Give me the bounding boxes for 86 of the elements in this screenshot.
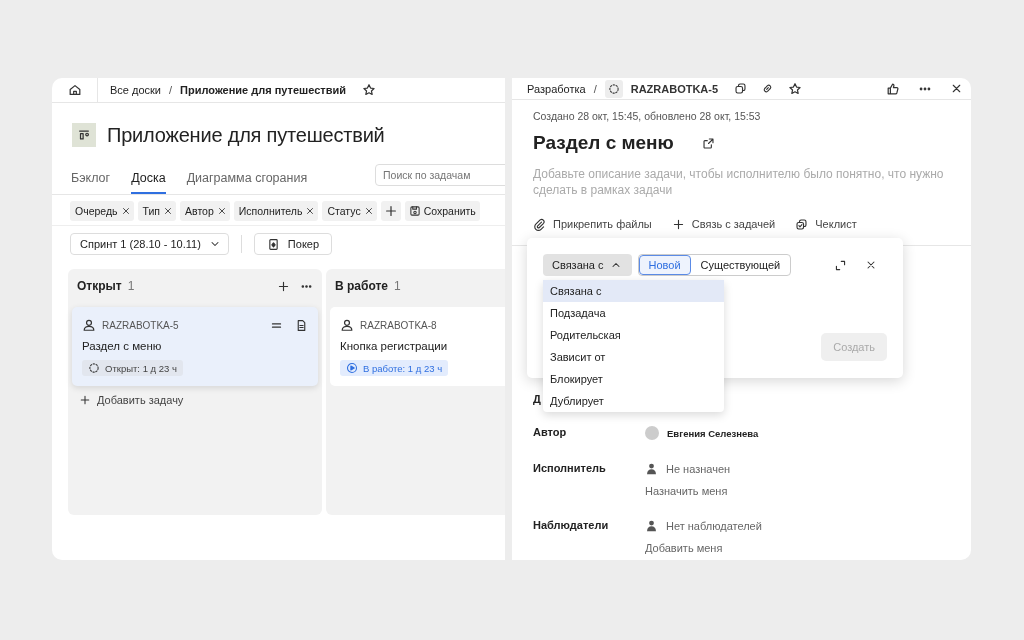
tab[interactable]: Доска (131, 171, 166, 194)
person-icon (645, 462, 658, 475)
menu-item[interactable]: Блокирует (543, 368, 724, 390)
filter-chip[interactable]: Автор (180, 201, 230, 221)
copy-icon[interactable] (734, 82, 748, 95)
relation-select[interactable]: Связана с (543, 254, 632, 276)
assign-link[interactable]: Добавить меня (645, 542, 971, 554)
filter-chip[interactable]: Статус (322, 201, 377, 221)
thumbs-up-icon[interactable] (886, 81, 900, 96)
field-label: Наблюдатели (533, 519, 609, 531)
action-button[interactable]: Прикрепить файлы (533, 217, 652, 231)
task-card[interactable]: RAZRABOTKA-5 Раздел с меню Открыт: 1 д 23 ч (72, 307, 318, 386)
plus-icon (383, 204, 398, 218)
column-title: Открыт (77, 279, 122, 293)
task-card[interactable]: RAZRABOTKA-8 Кнопка регистрации В работе: 1 д 23 ч (330, 307, 505, 386)
save-icon (408, 205, 421, 217)
poker-button[interactable]: Покер (253, 233, 333, 255)
menu-item[interactable]: Зависит от (543, 346, 724, 368)
star-icon[interactable] (788, 81, 803, 96)
status-text: Открыт: 1 д 23 ч (105, 362, 177, 374)
person-icon (645, 519, 658, 532)
column-count: 1 (394, 279, 401, 293)
close-icon (163, 206, 174, 216)
user-name: Евгения Селезнева (667, 427, 759, 439)
checklist-icon (795, 217, 809, 231)
field-label: Д (533, 393, 541, 405)
add-task-button[interactable]: Добавить задачу (72, 386, 191, 414)
close-icon (363, 206, 374, 216)
user-icon (82, 318, 96, 332)
task-key: RAZRABOTKA-8 (360, 319, 437, 331)
menu-item[interactable]: Дублирует (543, 390, 724, 412)
dashed-circle-icon (88, 362, 100, 374)
column-title: В работе (335, 279, 388, 293)
menu-item[interactable]: Родительская (543, 324, 724, 346)
sprint-select[interactable]: Спринт 1 (28.10 - 10.11) (70, 233, 229, 255)
star-icon[interactable] (362, 83, 376, 97)
card-icon (266, 237, 280, 251)
document-icon[interactable] (295, 318, 308, 332)
paperclip-icon (533, 217, 546, 231)
issue-key: RAZRABOTKA-5 (630, 82, 719, 95)
plus-icon (79, 394, 91, 406)
plus-icon (671, 217, 685, 231)
tab[interactable]: Диаграмма сгорания (186, 171, 308, 194)
close-icon (305, 206, 316, 216)
add-filter-button[interactable] (380, 201, 401, 221)
column-count: 1 (127, 279, 135, 293)
close-icon (216, 206, 227, 216)
action-button[interactable]: Связь с задачей (671, 217, 776, 231)
task-title: Кнопка регистрации (340, 340, 449, 352)
mode-toggle[interactable]: Новой (638, 255, 691, 275)
close-icon[interactable] (950, 82, 963, 95)
breadcrumb-separator: / (593, 82, 597, 95)
breadcrumb-link[interactable]: Все доски (110, 84, 161, 96)
tab[interactable]: Бэклог (71, 171, 111, 194)
expand-icon[interactable] (834, 258, 847, 272)
menu-item[interactable]: Подзадача (543, 302, 724, 324)
home-icon[interactable] (67, 83, 82, 97)
plus-icon[interactable] (277, 279, 290, 293)
field-label: Автор (533, 426, 567, 438)
field-value: Нет наблюдателей (666, 519, 762, 532)
filter-chip[interactable]: Очередь (70, 201, 134, 221)
breadcrumb-link[interactable]: Разработка (527, 82, 586, 95)
user-icon (340, 318, 354, 332)
mode-toggle[interactable]: Существующей (690, 255, 791, 275)
external-link-icon[interactable] (701, 136, 715, 150)
filter-chip[interactable]: Исполнитель (233, 201, 319, 221)
breadcrumb-link[interactable]: Приложение для путешествий (180, 84, 346, 96)
avatar (645, 426, 659, 440)
breadcrumb-separator: / (169, 84, 173, 96)
field-label: Исполнитель (533, 462, 606, 474)
field-value: Не назначен (666, 462, 731, 475)
task-title: Раздел с меню (82, 340, 163, 352)
issue-meta: Создано 28 окт, 15:45, обновлено 28 окт, 15:53 (533, 110, 762, 122)
search-field[interactable]: Поиск по задачам (375, 164, 505, 186)
play-circle-icon (346, 362, 358, 374)
assign-link[interactable]: Назначить меня (645, 485, 971, 497)
menu-item[interactable]: Связана с (543, 280, 724, 302)
task-key: RAZRABOTKA-5 (102, 319, 179, 331)
filter-chip[interactable]: Тип (137, 201, 177, 221)
issue-title: Раздел с меню (533, 132, 674, 154)
action-button[interactable]: Чеклист (795, 217, 857, 231)
board-glyph-icon (77, 128, 91, 142)
status-text: В работе: 1 д 23 ч (363, 362, 443, 374)
board-title: Приложение для путешествий (107, 123, 385, 147)
close-icon (120, 206, 131, 216)
save-button[interactable]: Сохранить (404, 201, 480, 221)
